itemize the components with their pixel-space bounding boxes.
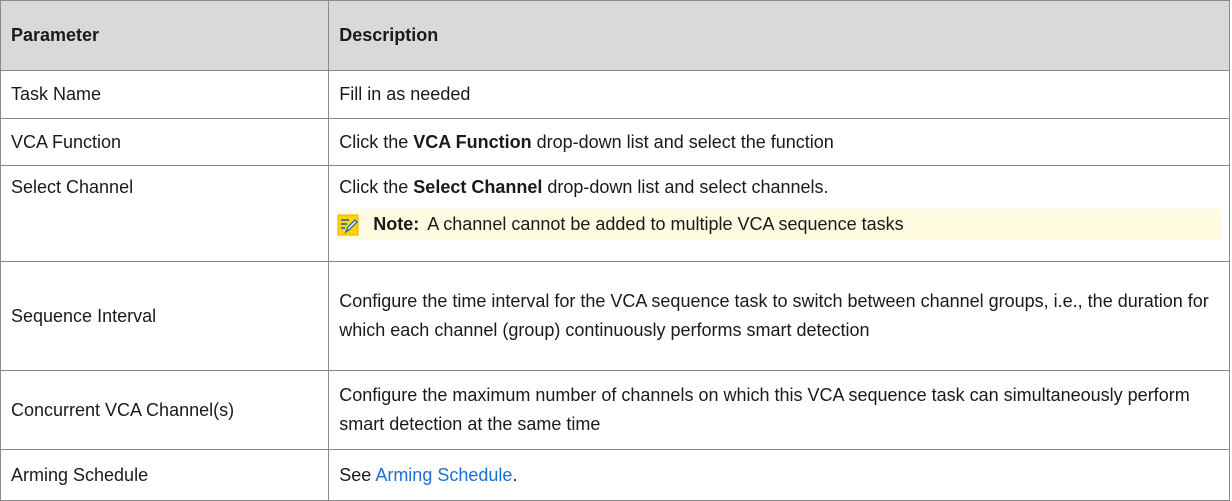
desc-cell: Click the VCA Function drop-down list an… [328, 118, 1230, 166]
table-row: Sequence Interval Configure the time int… [0, 261, 1230, 371]
desc-text: See [339, 464, 376, 485]
desc-cell: See Arming Schedule. [328, 449, 1230, 501]
desc-cell: Fill in as needed [328, 70, 1230, 119]
desc-text: drop-down list and select the function [531, 131, 834, 152]
desc-text: Click the [339, 177, 414, 197]
note-label: Note: [373, 214, 420, 234]
param-cell: Task Name [0, 70, 330, 119]
table-row: Select Channel Click the Select Channel … [0, 165, 1230, 262]
arming-schedule-link[interactable]: Arming Schedule [375, 465, 512, 485]
desc-cell: Configure the time interval for the VCA … [328, 261, 1230, 371]
desc-text: . [512, 464, 518, 485]
header-parameter: Parameter [0, 0, 330, 71]
desc-bold-term: Select Channel [413, 177, 543, 197]
param-cell: Select Channel [0, 165, 330, 262]
note-text: A channel cannot be added to multiple VC… [427, 214, 904, 234]
table-row: VCA Function Click the VCA Function drop… [0, 118, 1230, 166]
note-pencil-icon [337, 214, 359, 236]
param-cell: Arming Schedule [0, 449, 330, 501]
param-cell: Concurrent VCA Channel(s) [0, 370, 330, 450]
desc-line: Click the Select Channel drop-down list … [339, 173, 1219, 202]
table-header-row: Parameter Description [0, 0, 1230, 71]
param-cell: Sequence Interval [0, 261, 330, 371]
desc-cell: Click the Select Channel drop-down list … [328, 165, 1230, 262]
desc-cell: Configure the maximum number of channels… [328, 370, 1230, 450]
table-row: Concurrent VCA Channel(s) Configure the … [0, 370, 1230, 450]
desc-text: drop-down list and select channels. [542, 177, 829, 197]
table-row: Arming Schedule See Arming Schedule. [0, 449, 1230, 501]
desc-bold-term: VCA Function [413, 131, 532, 152]
parameter-table: Parameter Description Task Name Fill in … [0, 0, 1230, 501]
param-cell: VCA Function [0, 118, 330, 166]
desc-text: Click the [339, 131, 414, 152]
table-row: Task Name Fill in as needed [0, 70, 1230, 119]
header-description: Description [328, 0, 1230, 71]
note-box: Note: A channel cannot be added to multi… [337, 209, 1221, 240]
